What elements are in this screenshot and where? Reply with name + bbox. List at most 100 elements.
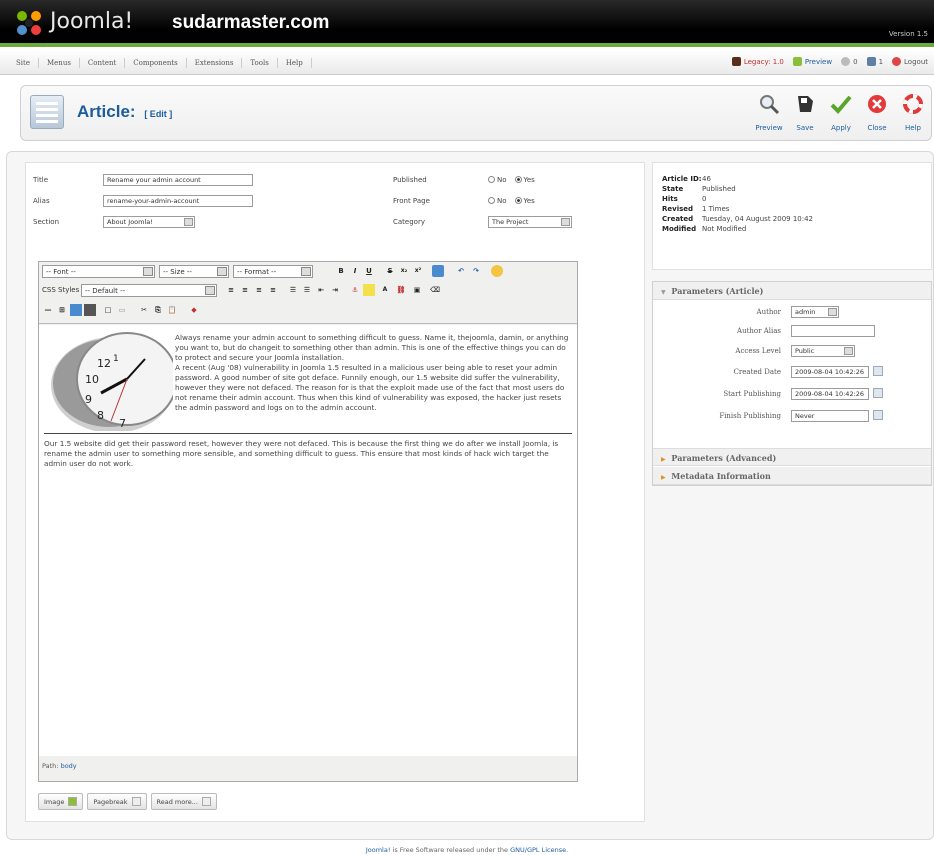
calendar-icon[interactable]: [873, 410, 883, 420]
save-button[interactable]: Save: [787, 92, 823, 138]
smiley-icon[interactable]: [491, 265, 503, 277]
gpl-license-link[interactable]: GNU/GPL License.: [510, 846, 568, 854]
preview-link[interactable]: Preview: [792, 57, 832, 66]
italic-button[interactable]: I: [349, 265, 361, 277]
table-icon[interactable]: ⊞: [56, 304, 68, 316]
created-date-input[interactable]: 2009-08-04 10:42:26: [791, 366, 869, 378]
joomla-wordmark: Joomla!: [50, 9, 134, 34]
apply-button-label: Apply: [831, 124, 851, 132]
path-label: Path:: [42, 762, 59, 770]
users-status[interactable]: 1: [866, 57, 883, 66]
menu-site[interactable]: Site: [8, 58, 39, 68]
parameters-article-header[interactable]: ▼ Parameters (Article): [653, 282, 931, 300]
radio-checked-icon: [514, 176, 522, 183]
menu-content[interactable]: Content: [80, 58, 126, 68]
undo-icon[interactable]: ↶: [455, 265, 467, 277]
align-center-icon[interactable]: ≡: [239, 284, 251, 296]
published-no-option[interactable]: No: [488, 176, 507, 184]
front-page-no-option[interactable]: No: [488, 197, 507, 205]
apply-button[interactable]: Apply: [823, 92, 859, 138]
print-icon[interactable]: [84, 304, 96, 316]
visual-aid-icon[interactable]: ▭: [116, 304, 128, 316]
image-icon[interactable]: ▣: [411, 284, 423, 296]
align-justify-icon[interactable]: ≡: [267, 284, 279, 296]
front-page-yes-option[interactable]: Yes: [514, 197, 535, 205]
alias-input[interactable]: rename-your-admin-account: [103, 195, 253, 207]
editor-content-area[interactable]: 12 1 10 9 8 7 Always rename your admin a…: [39, 325, 577, 756]
calendar-icon[interactable]: [873, 366, 883, 376]
align-right-icon[interactable]: ≡: [253, 284, 265, 296]
size-select[interactable]: -- Size --: [159, 265, 229, 278]
parameters-advanced-header[interactable]: ▶ Parameters (Advanced): [653, 448, 931, 466]
calendar-icon[interactable]: [873, 388, 883, 398]
link-icon[interactable]: ⛓: [395, 284, 407, 296]
image-button[interactable]: Image: [38, 793, 84, 810]
title-input[interactable]: Rename your admin account: [103, 174, 253, 186]
page-title: Article: [ Edit ]: [77, 102, 172, 122]
clean-icon[interactable]: [432, 265, 444, 277]
underline-button[interactable]: U: [363, 265, 375, 277]
anchor-icon[interactable]: ⚓: [349, 284, 361, 296]
preview-button[interactable]: Preview: [751, 92, 787, 138]
close-button[interactable]: Close: [859, 92, 895, 138]
hits-label: Hits: [662, 195, 678, 203]
hr-icon[interactable]: —: [42, 304, 54, 316]
media-icon[interactable]: [70, 304, 82, 316]
outdent-icon[interactable]: ⇤: [315, 284, 327, 296]
insert-special-icon[interactable]: ◆: [188, 304, 200, 316]
logout-label: Logout: [904, 57, 928, 66]
start-publishing-input[interactable]: 2009-08-04 10:42:26: [791, 388, 869, 400]
menu-tools[interactable]: Tools: [242, 58, 278, 68]
readmore-button[interactable]: Read more...: [150, 793, 217, 810]
metadata-header[interactable]: ▶ Metadata Information: [653, 467, 931, 485]
pagebreak-button[interactable]: Pagebreak: [87, 793, 147, 810]
category-select[interactable]: The Project: [488, 216, 572, 228]
fullscreen-icon[interactable]: □: [102, 304, 114, 316]
subscript-button[interactable]: x₂: [398, 265, 410, 277]
help-button[interactable]: Help: [895, 92, 931, 138]
author-select[interactable]: admin: [791, 306, 839, 318]
modified-label: Modified: [662, 225, 697, 233]
cut-icon[interactable]: ✂: [138, 304, 150, 316]
published-yes-option[interactable]: Yes: [514, 176, 535, 184]
numbered-list-icon[interactable]: ☰: [301, 284, 313, 296]
triangle-right-icon: ▶: [661, 474, 666, 481]
access-level-select[interactable]: Public: [791, 345, 855, 357]
copy-icon[interactable]: ⎘: [152, 304, 164, 316]
path-body-link[interactable]: body: [61, 762, 77, 770]
front-page-yes-label: Yes: [523, 197, 535, 205]
indent-icon[interactable]: ⇥: [329, 284, 341, 296]
align-left-icon[interactable]: ≡: [225, 284, 237, 296]
messages-count: 0: [853, 57, 858, 66]
font-select[interactable]: -- Font --: [42, 265, 155, 278]
redo-icon[interactable]: ↷: [470, 265, 482, 277]
toolbar-buttons: Preview Save Apply Close Help: [751, 92, 931, 138]
paste-icon[interactable]: 📋: [166, 304, 178, 316]
menu-extensions[interactable]: Extensions: [187, 58, 243, 68]
svg-text:9: 9: [85, 393, 92, 406]
text-color-icon[interactable]: A: [379, 284, 391, 296]
bullet-list-icon[interactable]: ☰: [287, 284, 299, 296]
logout-link[interactable]: Logout: [892, 57, 928, 66]
highlight-icon[interactable]: [363, 284, 375, 296]
image-button-label: Image: [44, 797, 65, 806]
menu-components[interactable]: Components: [125, 58, 187, 68]
radio-checked-icon: [514, 197, 522, 204]
section-select[interactable]: About Joomla!: [103, 216, 195, 228]
joomla-footer-link[interactable]: Joomla!: [366, 846, 391, 854]
css-styles-select[interactable]: -- Default --: [81, 284, 217, 297]
finish-publishing-input[interactable]: Never: [791, 410, 869, 422]
wysiwyg-editor: -- Font -- -- Size -- -- Format -- B I U…: [38, 261, 578, 782]
logout-icon: [892, 57, 902, 66]
menu-menus[interactable]: Menus: [39, 58, 80, 68]
messages-status[interactable]: 0: [841, 57, 858, 66]
format-select[interactable]: -- Format --: [233, 265, 313, 278]
cleanup-icon[interactable]: ⌫: [429, 284, 441, 296]
bold-button[interactable]: B: [335, 265, 347, 277]
svg-text:1: 1: [113, 354, 119, 364]
superscript-button[interactable]: x²: [412, 265, 424, 277]
author-alias-input[interactable]: [791, 325, 875, 337]
strikethrough-button[interactable]: S: [384, 265, 396, 277]
menu-help[interactable]: Help: [278, 58, 312, 68]
start-publishing-label: Start Publishing: [723, 390, 781, 398]
